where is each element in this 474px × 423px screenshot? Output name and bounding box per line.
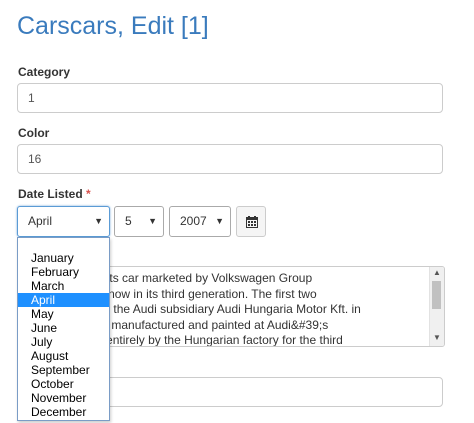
vertical-scrollbar[interactable]: ▲ ▼: [429, 267, 444, 346]
month-option[interactable]: August: [18, 349, 109, 363]
month-option-selected[interactable]: April: [18, 293, 109, 307]
month-option[interactable]: December: [18, 405, 109, 419]
month-option[interactable]: October: [18, 377, 109, 391]
month-option[interactable]: February: [18, 265, 109, 279]
month-option[interactable]: March: [18, 279, 109, 293]
month-select-value: April: [28, 214, 53, 228]
color-input[interactable]: 16: [17, 144, 443, 174]
year-select[interactable]: 2007 ▼: [169, 206, 231, 237]
caret-down-icon: ▼: [148, 216, 157, 226]
required-mark: *: [86, 187, 91, 201]
page-title: Carscars, Edit [1]: [17, 12, 209, 40]
date-listed-label: Date Listed *: [18, 187, 91, 201]
color-label: Color: [18, 126, 50, 140]
month-option[interactable]: May: [18, 307, 109, 321]
caret-down-icon: ▼: [94, 216, 103, 226]
month-option[interactable]: September: [18, 363, 109, 377]
year-select-value: 2007: [180, 214, 207, 228]
month-option[interactable]: November: [18, 391, 109, 405]
month-option[interactable]: July: [18, 335, 109, 349]
date-listed-label-text: Date Listed: [18, 187, 83, 201]
scroll-up-icon[interactable]: ▲: [433, 268, 441, 277]
category-input[interactable]: 1: [17, 83, 443, 113]
day-select[interactable]: 5 ▼: [114, 206, 164, 237]
category-label: Category: [18, 65, 71, 79]
day-select-value: 5: [125, 214, 132, 228]
month-option[interactable]: June: [18, 321, 109, 335]
calendar-icon: [246, 216, 258, 228]
calendar-button[interactable]: [236, 206, 266, 237]
month-select[interactable]: April ▼: [17, 206, 110, 237]
caret-down-icon: ▼: [215, 216, 224, 226]
month-dropdown-list[interactable]: January February March April May June Ju…: [17, 237, 110, 421]
scroll-down-icon[interactable]: ▼: [433, 333, 441, 342]
scrollbar-thumb[interactable]: [432, 281, 441, 309]
month-option[interactable]: January: [18, 251, 109, 265]
